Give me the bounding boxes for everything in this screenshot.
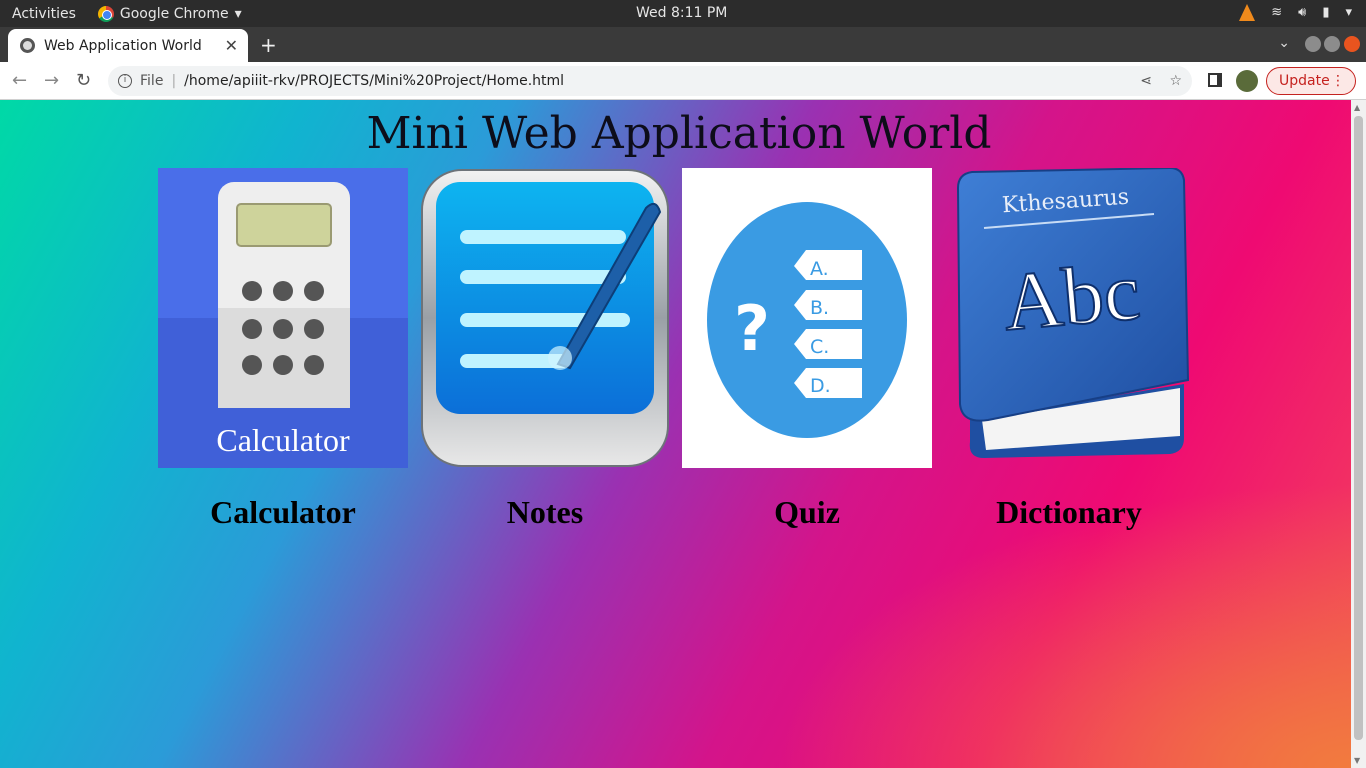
- tab-strip: Web Application World ✕ + ⌄: [0, 27, 1366, 62]
- svg-text:?: ?: [734, 292, 770, 365]
- new-tab-button[interactable]: +: [260, 33, 277, 57]
- address-bar[interactable]: i File | /home/apiiit-rkv/PROJECTS/Mini%…: [108, 66, 1192, 96]
- volume-icon: 🔊︎: [1298, 5, 1307, 20]
- tab-title: Web Application World: [44, 37, 202, 54]
- wifi-icon: ≋: [1271, 5, 1283, 20]
- tab-web-application-world[interactable]: Web Application World ✕: [8, 29, 248, 62]
- chrome-icon: [97, 5, 114, 22]
- dictionary-card[interactable]: Kthesaurus Abc: [944, 166, 1194, 468]
- chevron-down-icon: ▾: [1345, 5, 1352, 20]
- scroll-down-icon[interactable]: ▼: [1354, 756, 1360, 765]
- system-tray[interactable]: ≋ 🔊︎ ▮ ▾: [1239, 4, 1352, 21]
- app-menu-label: Google Chrome: [119, 5, 229, 22]
- tab-search-icon[interactable]: ⌄: [1278, 35, 1290, 51]
- system-clock[interactable]: Wed 8:11 PM: [636, 5, 727, 21]
- calculator-card[interactable]: Calculator: [158, 168, 408, 468]
- quiz-option-d: D.: [810, 375, 831, 397]
- reload-button[interactable]: ↻: [76, 70, 91, 91]
- close-icon[interactable]: ✕: [225, 36, 238, 55]
- page-title: Mini Web Application World: [366, 108, 992, 159]
- scroll-up-icon[interactable]: ▲: [1354, 103, 1360, 112]
- activities-button[interactable]: Activities: [12, 6, 76, 22]
- notes-label[interactable]: Notes: [420, 494, 670, 531]
- quiz-option-b: B.: [810, 297, 829, 319]
- minimize-button[interactable]: [1305, 36, 1321, 52]
- dictionary-label[interactable]: Dictionary: [944, 494, 1194, 531]
- profile-avatar[interactable]: [1236, 70, 1258, 92]
- notes-icon[interactable]: [420, 168, 670, 468]
- quiz-icon[interactable]: ? A. B. C. D.: [682, 168, 932, 468]
- calculator-icon-text: Calculator: [216, 422, 350, 458]
- dictionary-icon[interactable]: Kthesaurus Abc: [944, 166, 1194, 468]
- page-viewport: Mini Web Application World Calculator ? …: [0, 100, 1351, 768]
- quiz-option-c: C.: [810, 336, 829, 358]
- page-scrollbar[interactable]: ▲ ▼: [1351, 100, 1366, 768]
- url-text[interactable]: /home/apiiit-rkv/PROJECTS/Mini%20Project…: [184, 73, 564, 89]
- dictionary-book-text: Abc: [1000, 245, 1144, 348]
- browser-toolbar: ← → ↻ i File | /home/apiiit-rkv/PROJECTS…: [0, 62, 1366, 100]
- close-window-button[interactable]: [1344, 36, 1360, 52]
- globe-icon: [20, 38, 35, 53]
- vlc-icon[interactable]: [1239, 4, 1256, 21]
- divider: |: [171, 73, 177, 89]
- forward-button[interactable]: →: [44, 70, 59, 91]
- update-label: Update: [1279, 73, 1330, 89]
- back-button[interactable]: ←: [12, 70, 27, 91]
- calculator-label[interactable]: Calculator: [158, 494, 408, 531]
- quiz-label[interactable]: Quiz: [682, 494, 932, 531]
- app-menu[interactable]: Google Chrome ▾: [97, 5, 242, 22]
- scrollbar-thumb[interactable]: [1354, 116, 1363, 740]
- battery-icon: ▮: [1322, 5, 1330, 20]
- info-icon[interactable]: i: [118, 74, 132, 88]
- os-top-bar: Activities Google Chrome ▾ Wed 8:11 PM ≋…: [0, 0, 1366, 27]
- bookmark-star-icon[interactable]: ☆: [1169, 73, 1182, 89]
- calculator-icon[interactable]: Calculator: [158, 168, 408, 468]
- menu-dots-icon: ⋮: [1331, 73, 1345, 89]
- quiz-option-a: A.: [810, 258, 829, 280]
- maximize-button[interactable]: [1324, 36, 1340, 52]
- side-panel-icon[interactable]: [1208, 73, 1222, 87]
- scheme-label: File: [140, 73, 164, 89]
- update-button[interactable]: Update ⋮: [1266, 67, 1356, 95]
- notes-card[interactable]: [420, 168, 670, 468]
- chevron-down-icon: ▾: [234, 5, 242, 22]
- quiz-card[interactable]: ? A. B. C. D.: [682, 168, 932, 468]
- share-icon[interactable]: ⋖: [1140, 73, 1152, 89]
